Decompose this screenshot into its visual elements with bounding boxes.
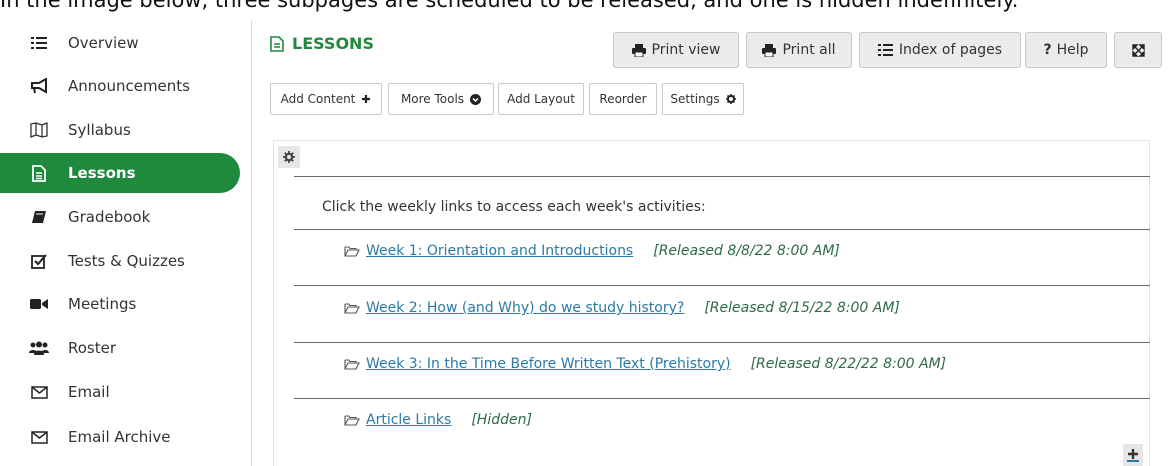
sidebar-item-label: Overview bbox=[68, 34, 139, 52]
index-of-pages-label: Index of pages bbox=[898, 42, 1003, 58]
sidebar-item-announcements[interactable]: Announcements bbox=[0, 66, 240, 106]
intro-text: Click the weekly links to access each we… bbox=[322, 199, 706, 215]
help-label: Help bbox=[1056, 42, 1089, 58]
add-layout-button[interactable]: Add Layout bbox=[498, 83, 584, 115]
print-all-button[interactable]: Print all bbox=[746, 32, 852, 68]
folder-open-icon bbox=[344, 246, 360, 257]
envelope-icon bbox=[28, 385, 50, 399]
lesson-content-panel: Click the weekly links to access each we… bbox=[273, 140, 1150, 466]
gear-icon bbox=[725, 94, 736, 104]
sidebar-item-email-archive[interactable]: Email Archive bbox=[0, 417, 240, 457]
more-tools-label: More Tools bbox=[400, 92, 465, 106]
list-icon bbox=[877, 44, 893, 56]
subpage-link[interactable]: Article Links bbox=[366, 412, 451, 428]
print-view-button[interactable]: Print view bbox=[613, 32, 739, 68]
page-title: LESSONS bbox=[270, 34, 374, 53]
sidebar-item-syllabus[interactable]: Syllabus bbox=[0, 110, 240, 150]
sidebar-item-label: Gradebook bbox=[68, 208, 151, 226]
list-icon bbox=[28, 36, 50, 50]
sidebar-item-meetings[interactable]: Meetings bbox=[0, 284, 240, 324]
subpage-link[interactable]: Week 1: Orientation and Introductions bbox=[366, 243, 633, 259]
gear-icon bbox=[283, 151, 295, 163]
printer-icon bbox=[631, 43, 646, 57]
lessons-main: LESSONS Print view Print all Index of pa… bbox=[252, 20, 1169, 466]
sidebar-item-label: Lessons bbox=[68, 164, 136, 182]
release-status: [Hidden] bbox=[471, 412, 532, 428]
sidebar-item-label: Email bbox=[68, 383, 110, 401]
subpage-item: Week 1: Orientation and Introductions [R… bbox=[344, 243, 840, 259]
subpage-link[interactable]: Week 3: In the Time Before Written Text … bbox=[366, 356, 731, 372]
release-status: [Released 8/15/22 8:00 AM] bbox=[704, 300, 900, 316]
print-view-label: Print view bbox=[651, 42, 721, 58]
sidebar-item-overview[interactable]: Overview bbox=[0, 23, 240, 63]
divider bbox=[294, 229, 1150, 230]
megaphone-icon bbox=[28, 78, 50, 94]
map-icon bbox=[28, 122, 50, 138]
divider bbox=[294, 285, 1150, 286]
document-icon bbox=[28, 164, 50, 182]
printer-icon bbox=[762, 43, 777, 57]
plus-icon bbox=[1127, 449, 1139, 462]
settings-label: Settings bbox=[670, 92, 720, 106]
sidebar-item-label: Meetings bbox=[68, 295, 137, 313]
reorder-label: Reorder bbox=[599, 92, 647, 106]
sidebar-item-label: Tests & Quizzes bbox=[68, 252, 185, 270]
release-status: [Released 8/22/22 8:00 AM] bbox=[750, 356, 947, 372]
reorder-button[interactable]: Reorder bbox=[589, 83, 657, 115]
page-title-text: LESSONS bbox=[292, 34, 374, 53]
video-camera-icon bbox=[28, 298, 50, 310]
add-content-button[interactable]: Add Content bbox=[270, 83, 382, 115]
book-icon bbox=[28, 210, 50, 224]
sidebar-item-roster[interactable]: Roster bbox=[0, 328, 240, 368]
section-settings-button[interactable] bbox=[278, 146, 300, 168]
release-status: [Released 8/8/22 8:00 AM] bbox=[653, 243, 840, 259]
tool-sidebar: Overview Announcements Syllabus Lessons … bbox=[0, 20, 252, 466]
sidebar-item-tests-quizzes[interactable]: Tests & Quizzes bbox=[0, 241, 240, 281]
checkbox-icon bbox=[28, 253, 50, 269]
divider bbox=[294, 342, 1150, 343]
envelope-icon bbox=[28, 430, 50, 444]
more-tools-button[interactable]: More Tools bbox=[388, 83, 494, 115]
divider bbox=[294, 398, 1150, 399]
sidebar-item-label: Announcements bbox=[68, 77, 190, 95]
caption-text: In the image below, three subpages are s… bbox=[0, 0, 1019, 12]
subpage-item: Week 2: How (and Why) do we study histor… bbox=[344, 300, 900, 316]
plus-icon bbox=[362, 95, 371, 103]
add-item-button[interactable] bbox=[1123, 444, 1143, 466]
fullscreen-button[interactable] bbox=[1114, 32, 1162, 68]
folder-open-icon bbox=[344, 415, 360, 426]
add-layout-label: Add Layout bbox=[507, 92, 575, 106]
subpage-link[interactable]: Week 2: How (and Why) do we study histor… bbox=[366, 300, 684, 316]
subpage-item: Article Links [Hidden] bbox=[344, 412, 532, 428]
divider bbox=[294, 176, 1150, 177]
sidebar-item-label: Syllabus bbox=[68, 121, 131, 139]
help-button[interactable]: ? Help bbox=[1025, 32, 1107, 68]
subpage-item: Week 3: In the Time Before Written Text … bbox=[344, 356, 946, 372]
print-all-label: Print all bbox=[782, 42, 836, 58]
sidebar-item-label: Roster bbox=[68, 339, 117, 357]
document-icon bbox=[270, 35, 284, 52]
expand-icon bbox=[1131, 43, 1145, 57]
sidebar-item-email[interactable]: Email bbox=[0, 372, 240, 412]
users-icon bbox=[28, 341, 50, 355]
chevron-down-icon bbox=[470, 93, 482, 105]
add-content-label: Add Content bbox=[280, 92, 356, 106]
sidebar-item-gradebook[interactable]: Gradebook bbox=[0, 197, 240, 237]
settings-button[interactable]: Settings bbox=[662, 83, 744, 115]
question-icon: ? bbox=[1043, 42, 1052, 58]
folder-open-icon bbox=[344, 359, 360, 370]
sidebar-item-lessons[interactable]: Lessons bbox=[0, 153, 240, 193]
sidebar-item-label: Email Archive bbox=[68, 428, 171, 446]
folder-open-icon bbox=[344, 303, 360, 314]
index-of-pages-button[interactable]: Index of pages bbox=[859, 32, 1021, 68]
